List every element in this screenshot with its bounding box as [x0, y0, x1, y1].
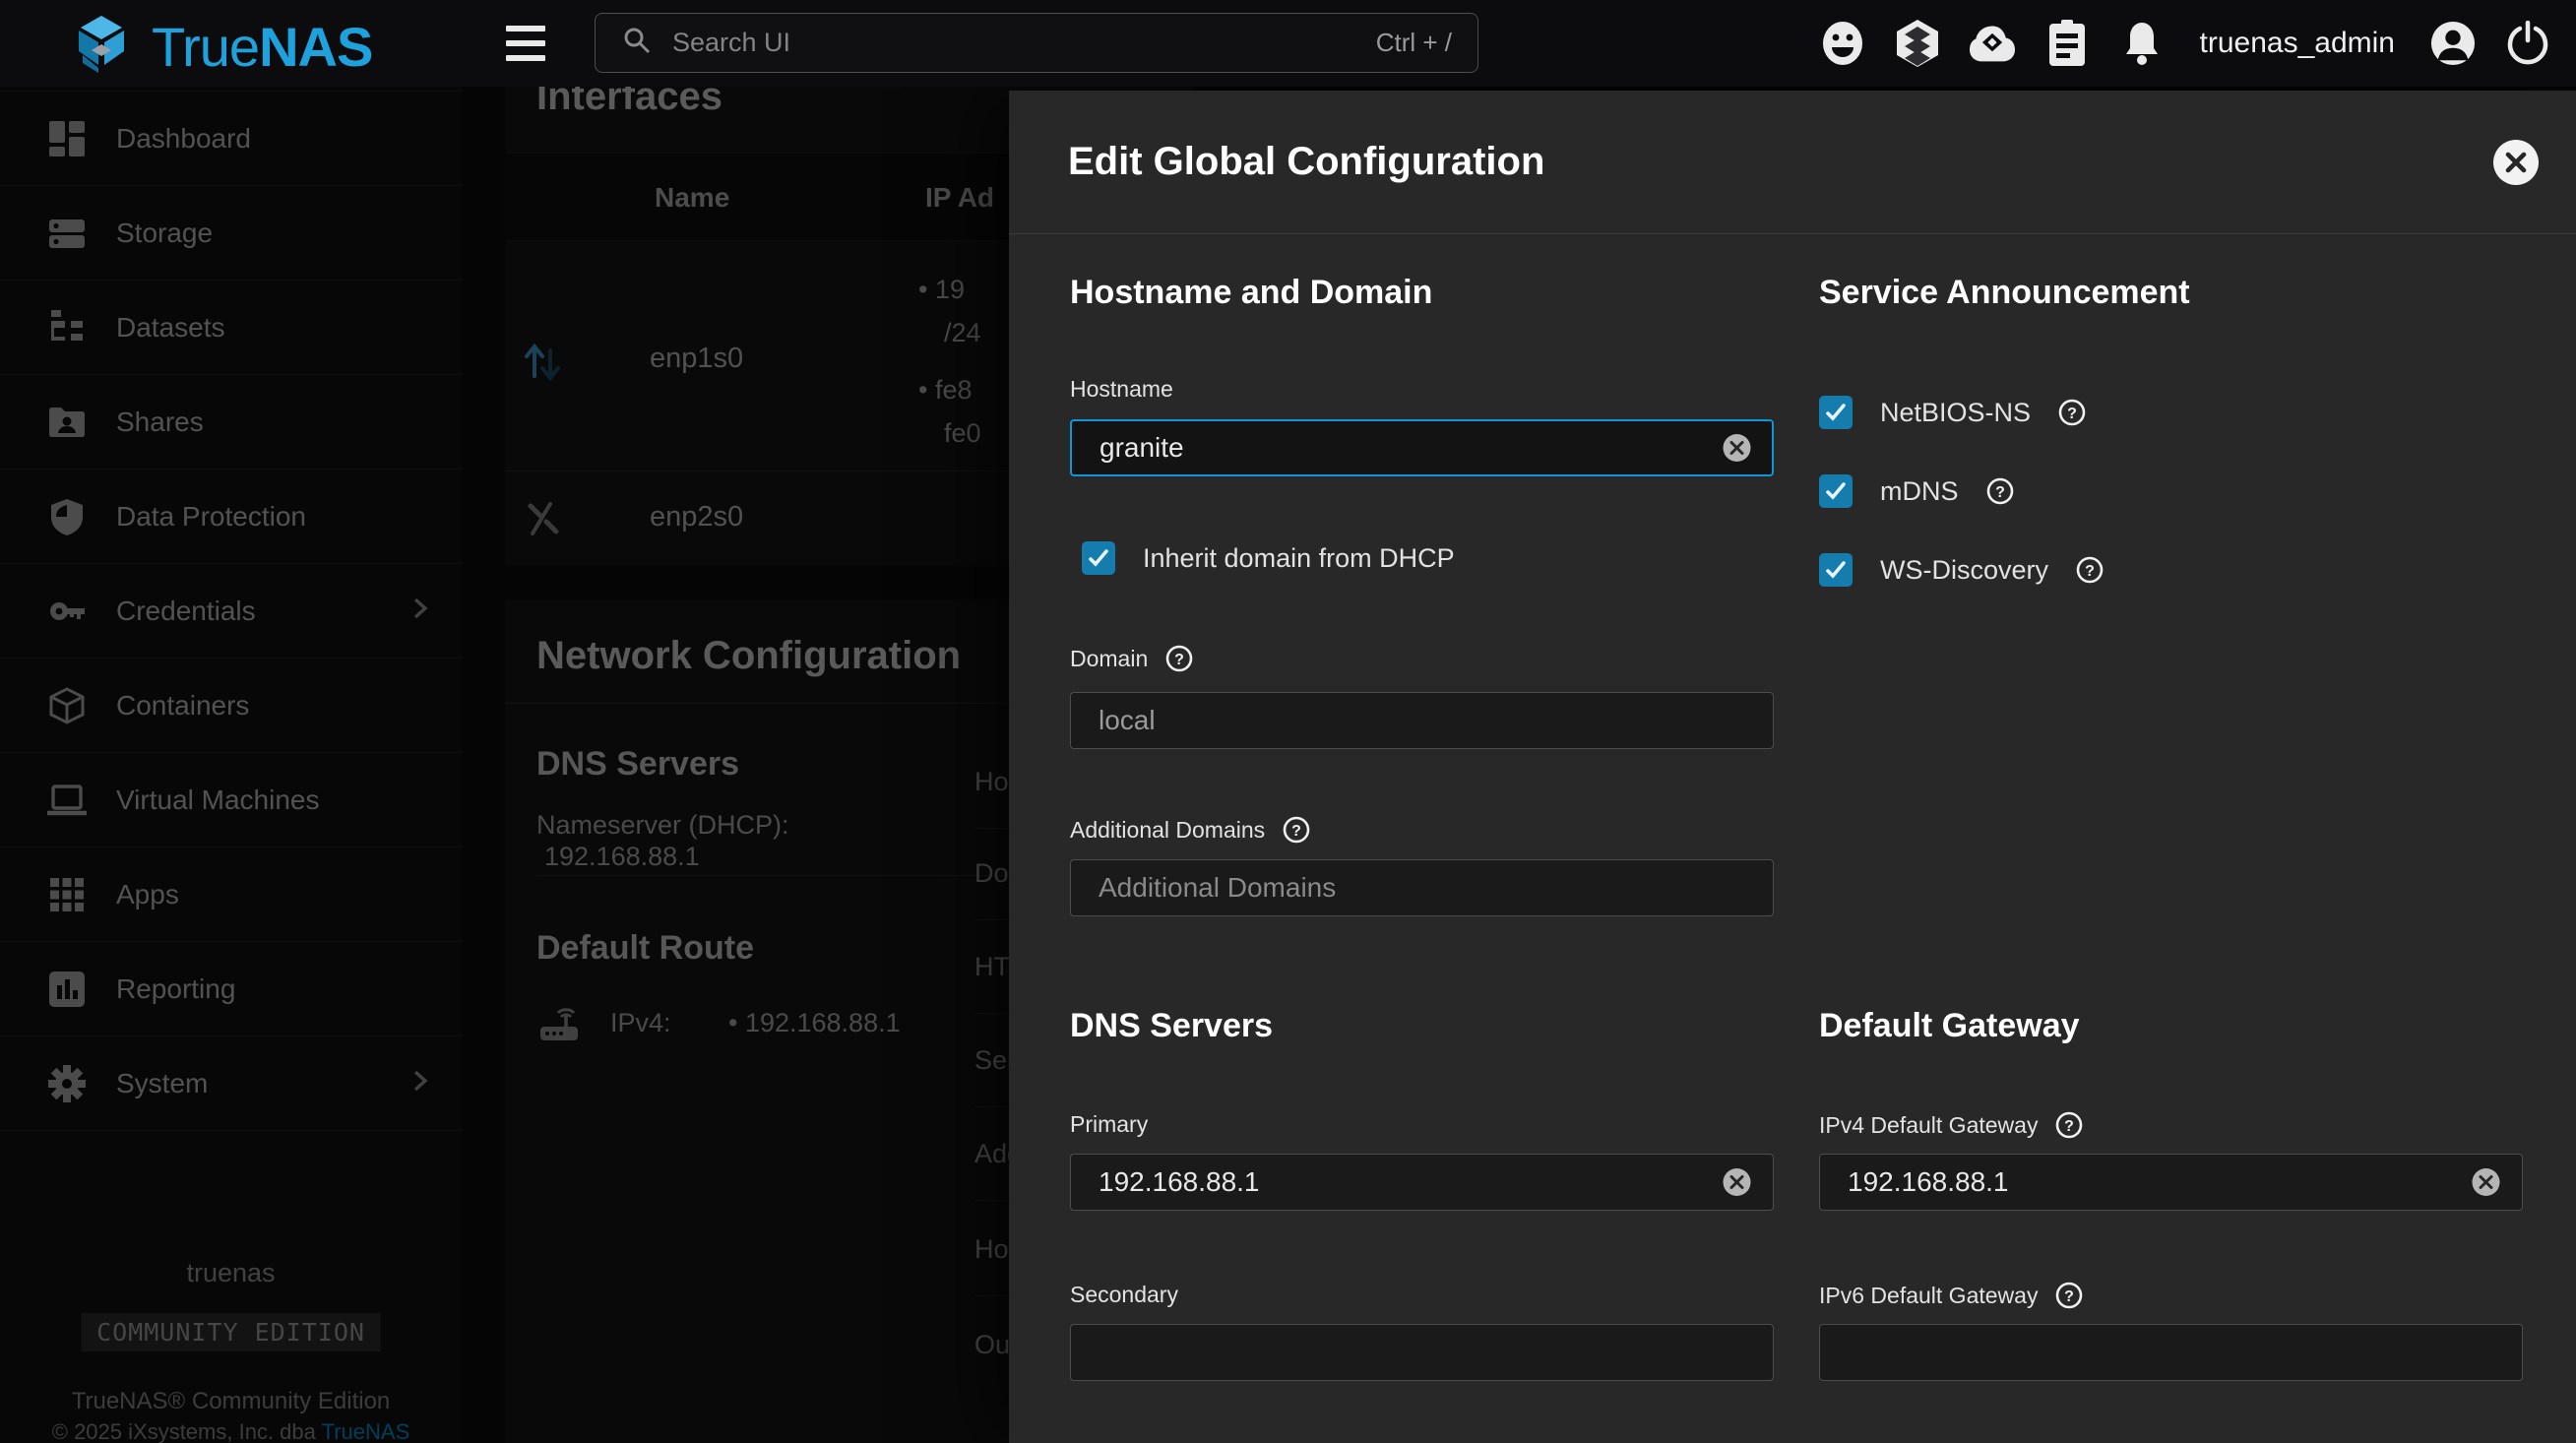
help-icon[interactable]: ?: [2076, 556, 2104, 584]
truecommand-icon[interactable]: [1895, 21, 1940, 66]
svg-text:?: ?: [1174, 652, 1184, 668]
ws-discovery-checkbox-row[interactable]: WS-Discovery ?: [1819, 553, 2104, 587]
secondary-dns-label: Secondary: [1070, 1282, 1178, 1308]
modal-header: Edit Global Configuration: [1009, 91, 2576, 234]
ipv6-gateway-label: IPv6 Default Gateway ?: [1819, 1282, 2083, 1309]
user-avatar-icon[interactable]: [2430, 21, 2476, 66]
dns-servers-heading: DNS Servers: [1070, 1007, 1273, 1045]
additional-domains-field: [1070, 859, 1774, 916]
default-gateway-heading: Default Gateway: [1819, 1007, 2080, 1045]
search-icon: [621, 25, 653, 61]
checkbox-checked-icon[interactable]: [1819, 553, 1853, 587]
truenas-logo-text: TrueNAS: [152, 15, 372, 79]
clear-input-icon[interactable]: [1722, 433, 1752, 464]
hostname-input[interactable]: [1070, 419, 1774, 476]
svg-text:?: ?: [1291, 823, 1301, 840]
modal-title: Edit Global Configuration: [1068, 140, 2493, 184]
hostname-domain-heading: Hostname and Domain: [1070, 274, 1432, 312]
checkbox-checked-icon[interactable]: [1819, 474, 1853, 508]
top-bar: TrueNAS Ctrl + /: [0, 0, 2576, 87]
svg-text:?: ?: [1995, 484, 2005, 501]
clear-input-icon[interactable]: [2471, 1167, 2501, 1198]
edit-global-configuration-modal: Edit Global Configuration Hostname and D…: [1009, 91, 2576, 1443]
primary-dns-label: Primary: [1070, 1111, 1148, 1138]
checkbox-checked-icon[interactable]: [1082, 541, 1115, 575]
notifications-bell-icon[interactable]: [2119, 21, 2165, 66]
secondary-dns-input[interactable]: [1070, 1324, 1774, 1381]
help-icon[interactable]: ?: [2055, 1111, 2083, 1139]
close-icon[interactable]: [2493, 140, 2539, 185]
svg-text:?: ?: [2065, 1118, 2075, 1135]
truenas-logo-icon: [71, 14, 132, 80]
additional-domains-input[interactable]: [1070, 859, 1774, 916]
cloud-status-icon[interactable]: [1970, 21, 2015, 66]
search-shortcut-hint: Ctrl + /: [1376, 28, 1452, 58]
primary-dns-field: [1070, 1154, 1774, 1211]
domain-label: Domain ?: [1070, 645, 1193, 672]
svg-text:?: ?: [2067, 406, 2077, 422]
jobs-clipboard-icon[interactable]: [2044, 21, 2090, 66]
ipv4-gateway-field: [1819, 1154, 2523, 1211]
main-area: Dashboard Storage Datasets Shares Data P…: [0, 87, 2576, 1443]
global-search[interactable]: Ctrl + /: [595, 13, 1478, 73]
additional-domains-label: Additional Domains ?: [1070, 816, 1310, 844]
ipv4-gateway-label: IPv4 Default Gateway ?: [1819, 1111, 2083, 1139]
help-icon[interactable]: ?: [1986, 477, 2014, 505]
help-icon[interactable]: ?: [2055, 1282, 2083, 1309]
help-icon[interactable]: ?: [1165, 645, 1193, 672]
inherit-domain-checkbox-row[interactable]: Inherit domain from DHCP: [1082, 541, 1455, 575]
svg-text:?: ?: [2065, 1288, 2075, 1305]
clear-input-icon[interactable]: [1722, 1167, 1752, 1198]
netbios-checkbox-row[interactable]: NetBIOS-NS ?: [1819, 396, 2086, 429]
help-icon[interactable]: ?: [1283, 816, 1310, 844]
checkbox-checked-icon[interactable]: [1819, 396, 1853, 429]
hostname-field: [1070, 419, 1774, 476]
truenas-logo[interactable]: TrueNAS: [71, 14, 372, 80]
help-icon[interactable]: ?: [2058, 399, 2086, 426]
mdns-checkbox-row[interactable]: mDNS ?: [1819, 474, 2014, 508]
power-icon[interactable]: [2505, 21, 2550, 66]
hostname-label: Hostname: [1070, 376, 1173, 403]
username-label: truenas_admin: [2200, 27, 2395, 60]
ipv6-gateway-field: [1819, 1324, 2523, 1381]
secondary-dns-field: [1070, 1324, 1774, 1381]
ipv4-gateway-input[interactable]: [1819, 1154, 2523, 1211]
primary-dns-input[interactable]: [1070, 1154, 1774, 1211]
search-input[interactable]: [672, 28, 1356, 58]
svg-text:?: ?: [2085, 563, 2095, 580]
domain-input[interactable]: [1070, 692, 1774, 749]
menu-toggle-button[interactable]: [506, 26, 545, 61]
ipv6-gateway-input[interactable]: [1819, 1324, 2523, 1381]
service-announcement-heading: Service Announcement: [1819, 274, 2190, 312]
domain-field: [1070, 692, 1774, 749]
feedback-smiley-icon[interactable]: [1820, 21, 1865, 66]
